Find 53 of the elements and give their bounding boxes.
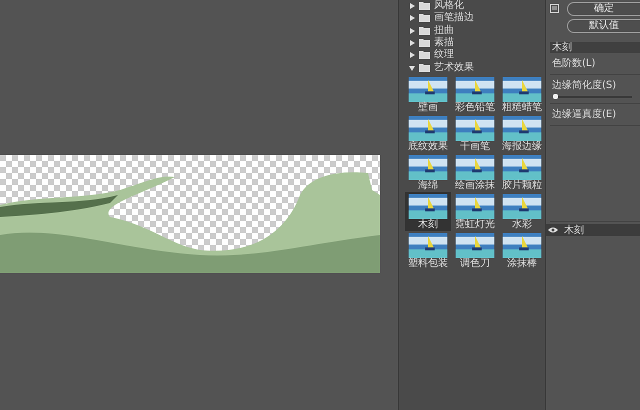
sailboat-picture — [408, 154, 448, 180]
filter-thumbnail[interactable]: 海绵 — [405, 152, 451, 192]
sailboat-picture — [502, 232, 542, 258]
filter-category[interactable]: 艺术效果 — [405, 61, 543, 74]
filter-thumbnail[interactable]: 胶片颗粒 — [499, 152, 545, 192]
sailboat-picture — [455, 76, 495, 102]
sailboat-picture — [455, 116, 495, 141]
filter-thumbnail[interactable]: 绘画涂抹 — [452, 152, 498, 192]
effect-layer[interactable]: 木刻 — [546, 224, 640, 236]
sailboat-picture — [502, 194, 542, 219]
folder-icon — [419, 51, 430, 60]
filter-thumbnail[interactable]: 海报边缘 — [499, 114, 545, 153]
filter-thumbnail[interactable]: 干画笔 — [452, 114, 498, 153]
dialog-button[interactable]: 确定 — [567, 2, 640, 16]
dialog-button[interactable]: 默认值 — [567, 19, 640, 33]
setting-label: 边缘逼真度(E) — [552, 109, 618, 120]
sailboat-picture — [455, 154, 495, 180]
filter-category[interactable]: 扭曲 — [405, 24, 543, 37]
filter-thumbnail[interactable]: 塑料包装 — [405, 230, 451, 270]
sailboat-picture — [408, 194, 448, 219]
setting-label: 色阶数(L) — [552, 58, 596, 69]
filter-thumbnail[interactable]: 底纹效果 — [405, 114, 451, 153]
sailboat-picture — [408, 116, 448, 141]
folder-icon — [419, 26, 430, 35]
filter-thumbnail[interactable]: 水彩 — [499, 192, 545, 231]
sailboat-picture — [502, 154, 542, 180]
filter-thumbnail[interactable]: 壁画 — [405, 74, 451, 114]
folder-icon — [419, 39, 430, 48]
sailboat-picture — [502, 76, 542, 102]
filter-thumbnail[interactable]: 粗糙蜡笔 — [499, 74, 545, 114]
sailboat-picture — [455, 232, 495, 258]
sailboat-picture — [408, 232, 448, 258]
eye-icon[interactable] — [548, 227, 558, 233]
filter-category[interactable]: 风格化 — [405, 0, 543, 12]
filter-thumbnail[interactable]: 涂抹棒 — [499, 230, 545, 270]
filter-category[interactable]: 纹理 — [405, 49, 543, 62]
filter-category[interactable]: 素描 — [405, 36, 543, 50]
filter-thumbnail[interactable]: 彩色铅笔 — [452, 74, 498, 114]
folder-icon — [419, 64, 430, 72]
folder-icon — [419, 2, 430, 10]
filter-name-bar: 木刻 — [550, 42, 640, 53]
filter-thumbnail[interactable]: 木刻 — [405, 192, 451, 231]
sailboat-picture — [408, 76, 448, 102]
sailboat-picture — [502, 116, 542, 141]
filter-thumbnail[interactable]: 调色刀 — [452, 230, 498, 270]
filter-thumbnail[interactable]: 霓虹灯光 — [452, 192, 498, 231]
collapse-icon[interactable] — [550, 4, 559, 13]
caret-down-icon — [409, 64, 415, 71]
sailboat-picture — [455, 194, 495, 219]
setting-label: 边缘简化度(S) — [552, 80, 618, 91]
slider-thumb[interactable] — [553, 94, 558, 99]
folder-icon — [419, 14, 430, 22]
filter-category[interactable]: 画笔描边 — [405, 12, 543, 25]
